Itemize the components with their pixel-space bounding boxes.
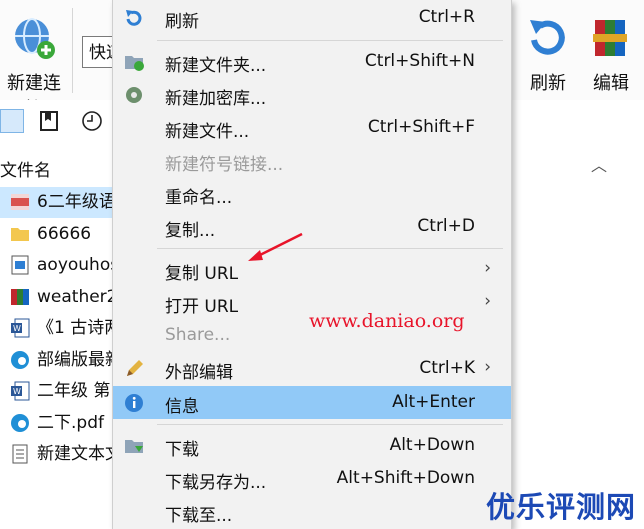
menu-item-download[interactable]: 下载 Alt+Down — [113, 429, 511, 462]
menu-item-copy-url[interactable]: 复制 URL › — [113, 253, 511, 286]
file-name: 二下.pdf — [37, 412, 104, 433]
menu-item-info[interactable]: 信息 Alt+Enter — [113, 386, 511, 419]
folder-icon — [9, 223, 31, 245]
mp4-file-icon — [9, 191, 31, 213]
file-row[interactable]: 部编版最新 — [0, 345, 130, 376]
archive-file-icon — [9, 286, 31, 308]
view-mode-icon[interactable] — [0, 109, 24, 133]
menu-item-external-edit[interactable]: 外部编辑 Ctrl+K › — [113, 352, 511, 385]
file-name: 二年级 第 — [37, 381, 111, 401]
menu-item-rename[interactable]: 重命名... — [113, 177, 511, 210]
file-row[interactable]: 新建文本文 — [0, 439, 130, 470]
file-row[interactable]: weather2 — [0, 282, 130, 313]
menu-item-new-symlink[interactable]: 新建符号链接... — [113, 144, 511, 177]
image-file-icon — [9, 254, 31, 276]
edit-label: 编辑 — [593, 73, 629, 94]
watermark-site-logo: 优乐评测网 — [486, 490, 637, 524]
pencil-icon — [127, 360, 143, 376]
bookmark-icon[interactable] — [37, 109, 61, 133]
refresh-button[interactable]: 刷新 — [521, 14, 575, 95]
file-name: 6二年级语 — [37, 192, 116, 212]
menu-item-new-file[interactable]: 新建文件... Ctrl+Shift+F — [113, 111, 511, 144]
file-row[interactable]: W 二年级 第 — [0, 376, 130, 407]
history-clock-icon[interactable] — [80, 109, 104, 133]
file-name: 66666 — [37, 223, 92, 244]
file-row[interactable]: 66666 — [0, 219, 130, 250]
file-row[interactable]: aoyouhost — [0, 250, 130, 281]
refresh-icon — [530, 20, 565, 55]
file-row[interactable]: 6二年级语 — [0, 187, 130, 218]
submenu-arrow-icon: › — [484, 291, 491, 311]
edge-pdf-icon — [9, 412, 31, 434]
red-arrow-annotation — [248, 232, 303, 261]
menu-separator — [157, 424, 503, 425]
file-row[interactable]: W 《1 古诗两 — [0, 313, 130, 344]
refresh-icon — [126, 10, 142, 26]
vault-icon — [126, 87, 142, 103]
text-file-icon — [9, 443, 31, 465]
menu-item-download-as[interactable]: 下载另存为... Alt+Shift+Down — [113, 462, 511, 495]
watermark-url: www.daniao.org — [309, 310, 465, 332]
menu-item-new-vault[interactable]: 新建加密库... — [113, 78, 511, 111]
file-name: 《1 古诗两 — [37, 318, 122, 338]
info-icon — [125, 394, 143, 412]
svg-text:W: W — [13, 387, 21, 396]
file-row[interactable]: 二下.pdf — [0, 408, 130, 439]
archive-book-icon — [593, 20, 627, 56]
menu-item-duplicate[interactable]: 复制... Ctrl+D — [113, 210, 511, 243]
new-folder-icon — [125, 56, 144, 71]
submenu-arrow-icon: › — [484, 258, 491, 278]
submenu-arrow-icon: › — [484, 357, 491, 377]
edge-pdf-icon — [9, 349, 31, 371]
toolbar-separator — [72, 8, 73, 93]
menu-item-download-to[interactable]: 下载至... — [113, 495, 511, 528]
refresh-label: 刷新 — [530, 73, 566, 94]
menu-separator — [157, 248, 503, 249]
sort-caret-icon: ︿ — [591, 156, 608, 175]
file-name: 部编版最新 — [37, 349, 122, 370]
file-name: 新建文本文 — [37, 444, 122, 464]
menu-separator — [157, 40, 503, 41]
word-file-icon: W — [9, 317, 31, 339]
context-menu: 刷新 Ctrl+R 新建文件夹... Ctrl+Shift+N 新建加密库...… — [112, 0, 512, 529]
menu-item-refresh[interactable]: 刷新 Ctrl+R — [113, 1, 511, 34]
file-name: weather2 — [37, 286, 118, 307]
svg-text:W: W — [13, 324, 21, 333]
name-column-header[interactable]: 文件名 — [0, 156, 51, 181]
edit-button[interactable]: 编辑 — [584, 14, 638, 95]
word-file-icon: W — [9, 380, 31, 402]
download-folder-icon — [125, 440, 143, 453]
globe-add-icon — [15, 18, 55, 59]
menu-item-new-folder[interactable]: 新建文件夹... Ctrl+Shift+N — [113, 45, 511, 78]
